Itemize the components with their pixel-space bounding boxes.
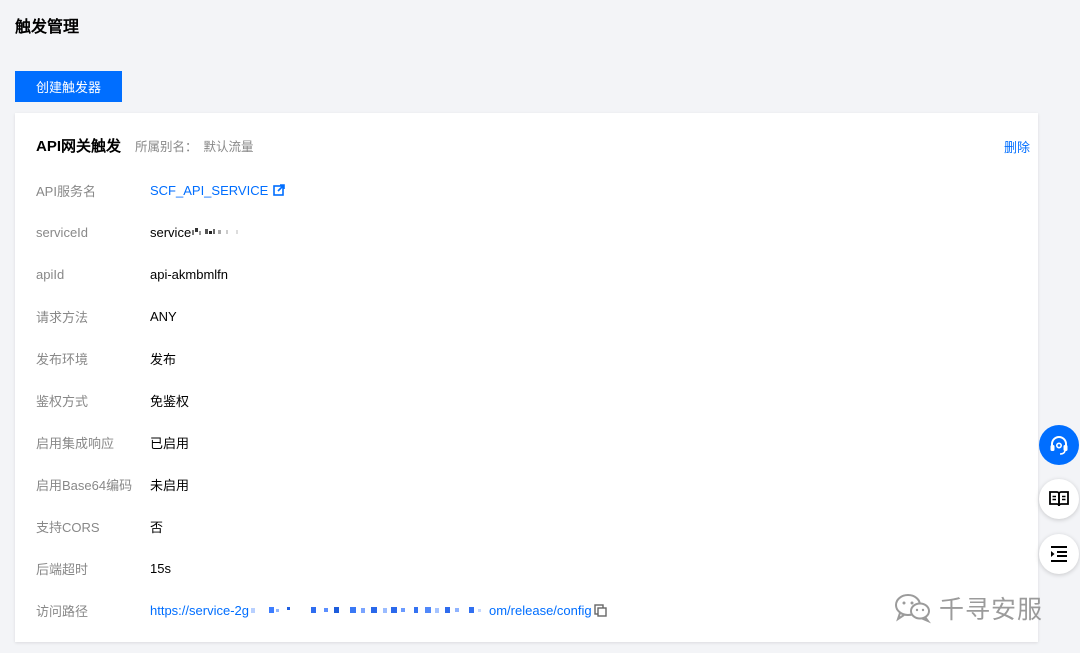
copy-icon[interactable]	[593, 603, 607, 617]
row-label: 请求方法	[36, 309, 89, 325]
menu-button[interactable]	[1039, 534, 1079, 574]
row-value: 15s	[150, 560, 171, 576]
access-path-prefix[interactable]: https://service-2g	[150, 603, 249, 618]
redacted-text	[251, 607, 481, 613]
create-trigger-button[interactable]: 创建触发器	[15, 71, 122, 102]
row-label: serviceId	[36, 224, 89, 240]
detail-row-base64: 启用Base64编码 未启用	[36, 474, 996, 494]
row-value: 免鉴权	[150, 393, 190, 409]
trigger-title: API网关触发	[36, 138, 122, 155]
docs-button[interactable]	[1039, 479, 1079, 519]
detail-row-api-service: API服务名 SCF_API_SERVICE	[36, 180, 996, 200]
row-value: api-akmbmlfn	[150, 266, 229, 282]
row-value[interactable]: SCF_API_SERVICE	[150, 183, 268, 198]
row-value: service	[150, 224, 192, 240]
headset-icon	[1050, 436, 1068, 455]
row-label: 后端超时	[36, 561, 89, 577]
row-value: 未启用	[150, 477, 190, 493]
detail-row-cors: 支持CORS 否	[36, 516, 996, 536]
row-label: 发布环境	[36, 351, 89, 367]
external-link-icon[interactable]	[273, 184, 286, 196]
row-value: ANY	[150, 308, 177, 324]
detail-row-access-path: 访问路径 https://service-2g om/release/confi…	[36, 600, 996, 620]
card-header: API网关触发 所属别名： 默认流量	[36, 135, 254, 156]
access-path-suffix[interactable]: om/release/config	[489, 603, 592, 618]
detail-row-environment: 发布环境 发布	[36, 348, 996, 368]
row-value: 已启用	[150, 435, 190, 451]
watermark: 千寻安服	[893, 590, 1043, 626]
row-label: 访问路径	[36, 603, 89, 619]
page-title: 触发管理	[15, 19, 80, 36]
row-label: 支持CORS	[36, 519, 100, 535]
service-id-value: service	[150, 225, 251, 240]
row-value: 否	[150, 519, 164, 535]
detail-row-api-id: apiId api-akmbmlfn	[36, 264, 996, 284]
access-path-link[interactable]: https://service-2g om/release/config	[150, 603, 607, 618]
wechat-icon	[895, 594, 931, 624]
row-label: apiId	[36, 266, 65, 282]
detail-row-integrated-response: 启用集成响应 已启用	[36, 432, 996, 452]
indent-menu-icon	[1051, 546, 1067, 562]
row-label: 鉴权方式	[36, 393, 89, 409]
row-label: 启用集成响应	[36, 435, 115, 451]
trigger-card: API网关触发 所属别名： 默认流量 删除 API服务名 SCF_API_SER…	[15, 113, 1038, 642]
detail-row-method: 请求方法 ANY	[36, 306, 996, 326]
detail-row-service-id: serviceId service	[36, 222, 996, 242]
detail-row-timeout: 后端超时 15s	[36, 558, 996, 578]
redacted-text	[192, 228, 239, 235]
delete-link[interactable]: 删除	[1004, 137, 1030, 156]
row-label: API服务名	[36, 183, 96, 199]
detail-row-auth: 鉴权方式 免鉴权	[36, 390, 996, 410]
alias-value: 默认流量	[203, 140, 254, 154]
alias-label: 所属别名：	[135, 140, 198, 154]
support-button[interactable]	[1039, 425, 1079, 465]
api-service-link[interactable]: SCF_API_SERVICE	[150, 183, 286, 198]
row-value: 发布	[150, 351, 177, 367]
watermark-text: 千寻安服	[939, 596, 1044, 624]
row-label: 启用Base64编码	[36, 477, 133, 493]
book-icon	[1049, 491, 1069, 507]
